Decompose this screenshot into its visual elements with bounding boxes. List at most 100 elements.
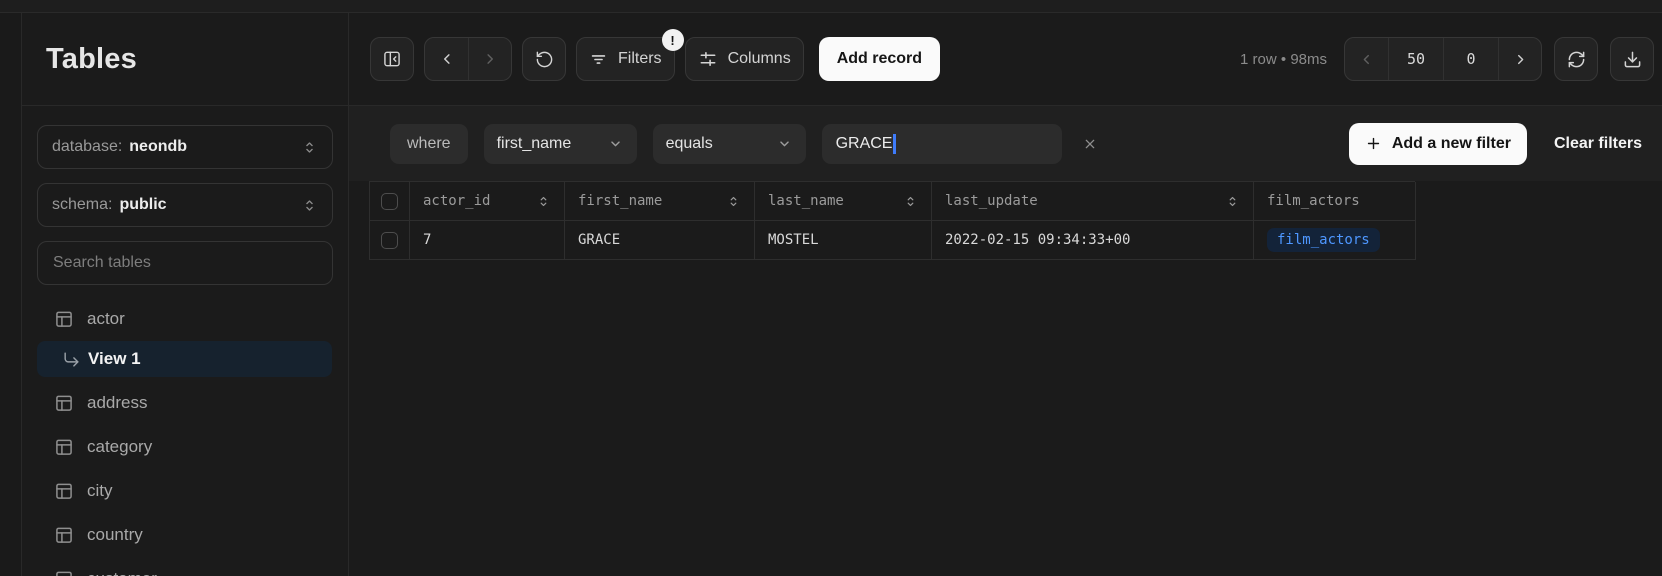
filter-bar: where first_name equals GRACE (349, 106, 1662, 181)
filter-value-text: GRACE (836, 135, 893, 153)
plus-icon (1365, 135, 1382, 152)
sidebar: Tables database: neondb schema: public (22, 13, 349, 576)
sidebar-item-label: actor (87, 309, 125, 329)
row-checkbox[interactable] (381, 232, 398, 249)
export-button[interactable] (1610, 37, 1654, 81)
page-offset-value[interactable]: 0 (1443, 38, 1498, 80)
toolbar-right: 1 row • 98ms 50 0 (1240, 37, 1654, 81)
chevrons-up-down-icon (301, 139, 318, 156)
cell-last-name: MOSTEL (755, 221, 932, 260)
filter-operator-select[interactable]: equals (653, 124, 806, 164)
search-tables-input[interactable] (37, 241, 333, 285)
columns-button-label: Columns (728, 50, 791, 68)
filter-value-input[interactable]: GRACE (822, 124, 1062, 164)
schema-select-label: schema: (52, 196, 112, 214)
top-strip (0, 0, 1662, 13)
history-icon (535, 50, 554, 69)
sidebar-item-label: View 1 (88, 349, 141, 369)
sidebar-item-city[interactable]: city (37, 469, 333, 513)
history-button[interactable] (522, 37, 566, 81)
remove-filter-icon[interactable] (1082, 136, 1098, 152)
table-icon (54, 481, 74, 501)
column-header-first-name[interactable]: first_name (565, 182, 755, 221)
sidebar-item-label: country (87, 525, 143, 545)
chevron-left-icon (1358, 51, 1375, 68)
data-grid: actor_id first_name last_name last_updat… (369, 181, 1415, 260)
prev-page-button[interactable] (1345, 38, 1388, 80)
refresh-button[interactable] (1554, 37, 1598, 81)
column-header-last-name[interactable]: last_name (755, 182, 932, 221)
sidebar-item-country[interactable]: country (37, 513, 333, 557)
toolbar: Filters ! Columns Add record 1 row • 98m… (349, 13, 1662, 106)
sort-icon[interactable] (1225, 194, 1240, 209)
sidebar-toggle-button[interactable] (370, 37, 414, 81)
filter-operator-value: equals (666, 135, 713, 153)
cell-actor-id: 7 (410, 221, 565, 260)
column-header-label: actor_id (423, 193, 490, 209)
history-nav-group (424, 37, 512, 81)
grid-area: actor_id first_name last_name last_updat… (349, 181, 1662, 576)
column-header-last-update[interactable]: last_update (932, 182, 1254, 221)
filter-field-select[interactable]: first_name (484, 124, 637, 164)
schema-select[interactable]: schema: public (37, 183, 333, 227)
filter-actions: Add a new filter Clear filters (1349, 123, 1642, 165)
sidebar-item-label: customer (87, 569, 157, 576)
filters-button[interactable]: Filters ! (576, 37, 675, 81)
filter-icon (589, 50, 608, 69)
back-button[interactable] (425, 38, 468, 80)
select-all-cell (370, 182, 410, 221)
cell-first-name: GRACE (565, 221, 755, 260)
sort-icon[interactable] (726, 194, 741, 209)
database-select-value: neondb (129, 138, 301, 156)
database-select[interactable]: database: neondb (37, 125, 333, 169)
filter-field-value: first_name (497, 135, 572, 153)
sidebar-item-address[interactable]: address (37, 381, 333, 425)
filters-alert-badge: ! (662, 29, 684, 51)
corner-down-right-icon (62, 350, 81, 369)
columns-button[interactable]: Columns (685, 37, 804, 81)
chevron-right-icon (481, 50, 499, 68)
sort-icon[interactable] (536, 194, 551, 209)
table-list: actor View 1 address category (37, 297, 333, 576)
chevron-right-icon (1512, 51, 1529, 68)
relation-badge[interactable]: film_actors (1267, 228, 1380, 252)
sidebar-item-actor[interactable]: actor (37, 297, 333, 341)
schema-select-value: public (119, 196, 301, 214)
sort-icon[interactable] (903, 194, 918, 209)
table-icon (54, 309, 74, 329)
text-cursor (893, 134, 896, 154)
database-select-label: database: (52, 138, 122, 156)
clear-filters-button[interactable]: Clear filters (1554, 135, 1642, 153)
table-icon (54, 569, 74, 576)
result-status: 1 row • 98ms (1240, 51, 1327, 68)
sidebar-item-view-1[interactable]: View 1 (37, 341, 332, 377)
app-root: Tables database: neondb schema: public (0, 0, 1662, 576)
column-header-actor-id[interactable]: actor_id (410, 182, 565, 221)
column-header-label: last_update (945, 193, 1038, 209)
column-header-label: first_name (578, 193, 662, 209)
cell-last-update: 2022-02-15 09:34:33+00 (932, 221, 1254, 260)
panel-left-icon (382, 49, 402, 69)
main-panel: Filters ! Columns Add record 1 row • 98m… (349, 13, 1662, 576)
select-all-checkbox[interactable] (381, 193, 398, 210)
where-chip: where (390, 124, 468, 164)
filters-button-label: Filters (618, 50, 662, 68)
sidebar-item-label: city (87, 481, 113, 501)
content: Tables database: neondb schema: public (0, 13, 1662, 576)
page-title: Tables (46, 43, 137, 76)
page-size-value[interactable]: 50 (1388, 38, 1443, 80)
sidebar-item-category[interactable]: category (37, 425, 333, 469)
next-page-button[interactable] (1498, 38, 1541, 80)
table-icon (54, 525, 74, 545)
refresh-icon (1567, 50, 1586, 69)
chevron-down-icon (776, 135, 793, 152)
chevron-down-icon (607, 135, 624, 152)
sidebar-item-customer[interactable]: customer (37, 557, 333, 576)
pagination-group: 50 0 (1344, 37, 1542, 81)
add-filter-button[interactable]: Add a new filter (1349, 123, 1527, 165)
add-record-button[interactable]: Add record (819, 37, 940, 81)
forward-button[interactable] (468, 38, 511, 80)
table-icon (54, 437, 74, 457)
column-header-label: film_actors (1267, 193, 1360, 209)
add-filter-label: Add a new filter (1392, 135, 1511, 153)
